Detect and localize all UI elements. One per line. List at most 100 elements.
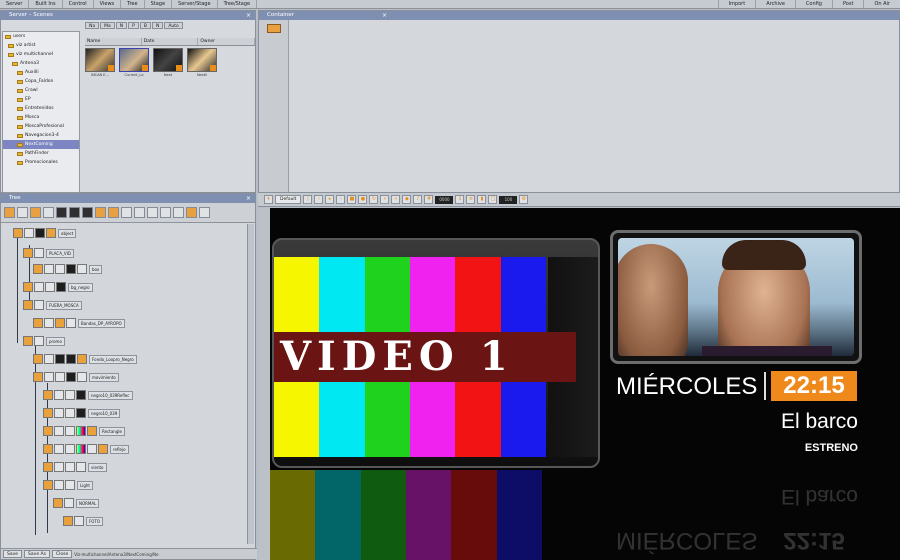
menu-config[interactable]: Config [794,0,832,8]
scene-thumbnail-selected[interactable]: Current_Lo [119,48,149,77]
search-icon[interactable] [95,207,106,218]
tree-item[interactable]: Copa_Faldon [3,77,79,86]
column-date[interactable]: Date [141,38,199,45]
tree-node[interactable]: PLACA_VID [23,247,74,259]
value-field[interactable]: 100 [499,195,518,204]
tree-node[interactable]: Light [43,479,93,491]
container-icon[interactable] [267,24,281,33]
tree-item[interactable]: Auxilli [3,68,79,77]
menu-tree[interactable]: Tree [121,0,145,8]
toolbar-button[interactable] [173,207,184,218]
tree-node[interactable]: Rectangle [43,425,125,437]
tree-node[interactable]: negro10_039 [43,407,121,419]
rewind-icon[interactable]: ‹ [314,195,324,204]
toolbar-button[interactable] [69,207,80,218]
tree-node[interactable]: box [33,263,103,275]
toolbar-button[interactable] [4,207,15,218]
toolbar-button[interactable] [17,207,28,218]
scenes-tab[interactable]: Na [85,22,100,29]
tree-node[interactable]: movimiento [33,371,119,383]
menu-archive[interactable]: Archive [755,0,795,8]
tree-item-selected[interactable]: NextComing [3,140,79,149]
toolbar-button[interactable] [160,207,171,218]
overlay-icon[interactable]: □ [488,195,498,204]
menu-on-air[interactable]: On Air [863,0,900,8]
tree-node[interactable]: FOTO [63,515,104,527]
marker-icon[interactable]: ◆ [402,195,412,204]
zoom-icon[interactable] [108,207,119,218]
frame-field[interactable]: 0000 [435,195,454,204]
step-back-icon[interactable]: « [380,195,390,204]
tree-node[interactable]: Bandas_DP_AYROPO [33,317,125,329]
menu-server[interactable]: Server [0,0,30,8]
tree-node[interactable]: Fondo_Loopro_Negro [33,353,137,365]
tree-item[interactable]: Antena3 [3,59,79,68]
scene-thumbnail[interactable]: INCAN E… [85,48,115,77]
render-preview[interactable]: VIDEO 1 MIÉRCOLES 22:15 El barco ESTRENO… [270,208,900,560]
tree-item[interactable]: Navegacion3-4 [3,131,79,140]
record-icon[interactable]: ● [358,195,368,204]
close-icon[interactable]: × [246,194,251,203]
scene-thumbnail[interactable]: Nextli [187,48,217,77]
scenes-tab[interactable]: P [128,22,139,29]
scenes-tab[interactable]: Ma [100,22,115,29]
menu-tree-stage[interactable]: Tree/Stage [218,0,258,8]
menu-import[interactable]: Import [717,0,756,8]
toolbar-button[interactable] [199,207,210,218]
tree-node[interactable]: object [13,227,77,239]
tree-node[interactable]: bg_negro [23,281,93,293]
settings-icon[interactable]: ⚙ [519,195,529,204]
scenes-tab[interactable]: B [139,22,151,29]
menu-post[interactable]: Post [831,0,863,8]
tree-node[interactable]: negro10_039Reflec [43,389,133,401]
toolbar-button[interactable] [134,207,145,218]
tree-item[interactable]: Entretenidos [3,104,79,113]
tree-node[interactable]: promo [23,335,65,347]
column-owner[interactable]: Owner [198,38,256,45]
tree-scrollbar[interactable] [247,224,254,544]
toolbar-button[interactable] [82,207,93,218]
step-forward-icon[interactable]: » [391,195,401,204]
camera-icon[interactable]: ▾ [264,195,273,204]
tree-item[interactable]: Crawl [3,86,79,95]
tree-item[interactable]: viz multichannel [3,50,79,59]
toolbar-button[interactable] [186,207,197,218]
toolbar-button[interactable] [56,207,67,218]
fast-forward-icon[interactable]: › [336,195,346,204]
grid-icon[interactable]: # [424,195,434,204]
tree-item[interactable]: EP [3,95,79,104]
spin-icon[interactable]: ↕ [455,195,465,204]
column-name[interactable]: Name [85,38,142,45]
menu-built-ins[interactable]: Built Ins [29,0,63,8]
tree-node[interactable]: FUERA_MOSCA [23,299,82,311]
menu-views[interactable]: Views [94,0,122,8]
stop-icon[interactable]: ■ [347,195,357,204]
toolbar-button[interactable] [43,207,54,218]
tree-node[interactable]: NORMAL [53,497,100,509]
scenes-tab[interactable]: Auto [164,22,183,29]
menu-control[interactable]: Control [63,0,94,8]
close-button[interactable]: Close [51,550,73,558]
scenes-tab[interactable]: N [115,22,128,29]
tree-item[interactable]: Promocionales [3,158,79,167]
tree-item[interactable]: MoscaProfesional [3,122,79,131]
menu-stage[interactable]: Stage [145,0,173,8]
save-button[interactable]: Save [3,550,23,558]
close-icon[interactable]: × [246,11,251,20]
first-frame-icon[interactable]: | [303,195,313,204]
audio-icon[interactable]: ♪ [413,195,423,204]
loop-icon[interactable]: ↻ [369,195,379,204]
toolbar-button[interactable] [30,207,41,218]
camera-select[interactable]: Default [275,195,302,204]
scene-thumbnail[interactable]: Next [153,48,183,77]
tree-item[interactable]: users [3,32,79,41]
options-icon[interactable]: ≡ [466,195,476,204]
lock-icon[interactable]: ▮ [477,195,487,204]
toolbar-button[interactable] [121,207,132,218]
play-icon[interactable]: ▸ [325,195,335,204]
close-icon[interactable]: × [382,11,387,20]
tree-node[interactable]: reflejo [43,443,129,455]
tree-item[interactable]: Mosca [3,113,79,122]
save-as-button[interactable]: Save As [24,550,50,558]
tree-item[interactable]: PathFinder [3,149,79,158]
